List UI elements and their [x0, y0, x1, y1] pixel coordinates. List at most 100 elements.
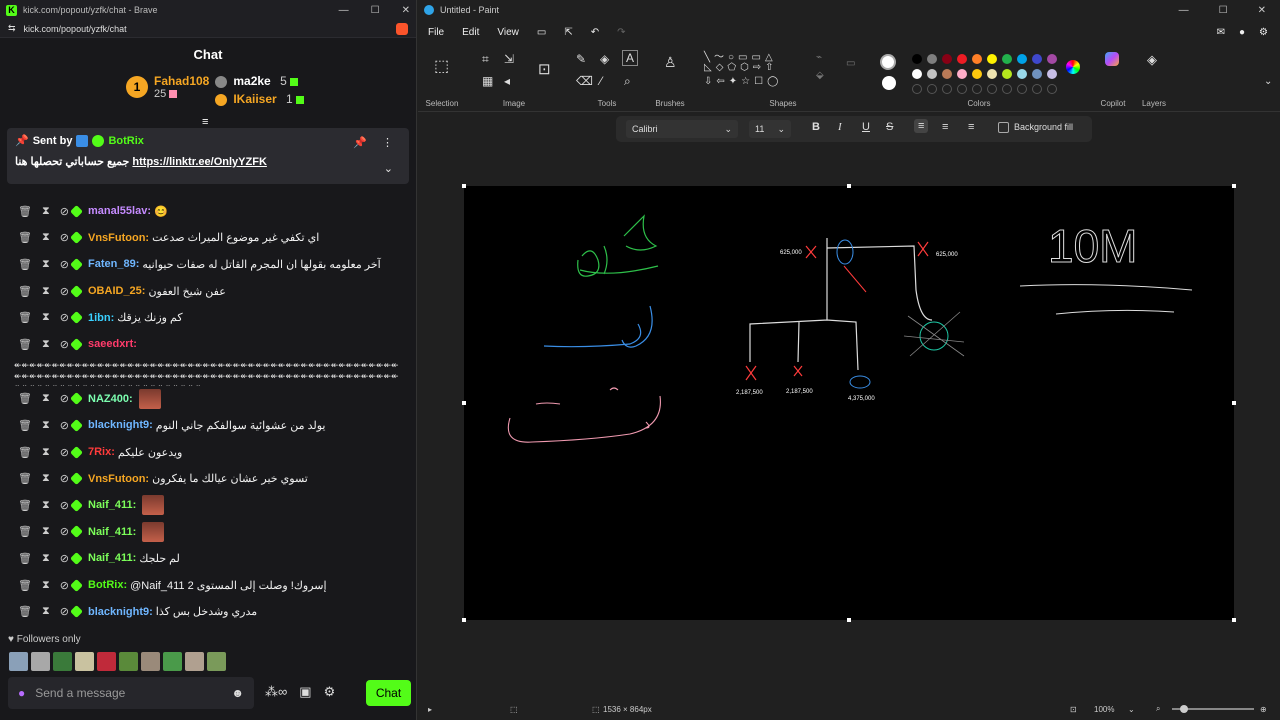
ban-icon[interactable]: ⊘	[60, 499, 69, 512]
color-swatch[interactable]	[957, 69, 967, 79]
color-swatch[interactable]	[1002, 54, 1012, 64]
collapse-leaderboard[interactable]: ≡	[0, 116, 416, 128]
chat-username[interactable]: blacknight9:	[88, 419, 153, 431]
group-copilot[interactable]: Copilot	[1096, 46, 1130, 110]
custom-color-slot[interactable]	[972, 84, 982, 94]
background-fill-checkbox[interactable]: Background fill	[998, 122, 1073, 134]
ban-icon[interactable]: ⊘	[60, 579, 69, 592]
color-swatch[interactable]	[957, 54, 967, 64]
redo-icon[interactable]: ↷	[617, 27, 625, 38]
color-picker-icon[interactable]: ⁄	[600, 74, 602, 88]
message-input[interactable]: ● Send a message ☻	[8, 677, 254, 709]
chat-username[interactable]: NAZ400:	[88, 393, 133, 405]
resize-handle[interactable]	[847, 184, 851, 188]
maximize-button[interactable]: ☐	[371, 5, 380, 16]
color-swatch[interactable]	[1017, 54, 1027, 64]
group-selection[interactable]: ⬚ Selection	[422, 46, 462, 110]
rotate-icon[interactable]: ◂	[504, 74, 510, 88]
shape-fill-icon[interactable]: ⬙	[816, 70, 824, 81]
shapes-row-2[interactable]: ◺◇⬠⬡⇨⇧	[704, 62, 778, 73]
align-left-icon[interactable]: ≡	[914, 119, 929, 133]
trash-icon[interactable]: 🗑	[18, 231, 32, 244]
message-placeholder[interactable]: Send a message	[35, 686, 125, 700]
chevron-up-icon[interactable]: ≡	[202, 116, 208, 128]
chat-username[interactable]: VnsFutoon:	[88, 473, 149, 485]
shapes-row-1[interactable]: ╲〜○▭▭△	[704, 48, 777, 63]
emote-icon[interactable]	[163, 652, 182, 671]
trash-icon[interactable]: 🗑	[18, 285, 32, 298]
trash-icon[interactable]: 🗑	[18, 258, 32, 271]
resize-handle[interactable]	[1232, 401, 1236, 405]
ban-icon[interactable]: ⊘	[60, 605, 69, 618]
zoom-dropdown-icon[interactable]: ⌄	[1128, 705, 1135, 714]
color-swatch[interactable]	[1032, 54, 1042, 64]
trash-icon[interactable]: 🗑	[18, 472, 32, 485]
layers-icon[interactable]: ◈	[1147, 52, 1157, 68]
ban-icon[interactable]: ⊘	[60, 311, 69, 324]
address-bar[interactable]: ⇆ kick.com/popout/yzfk/chat	[0, 20, 416, 38]
chat-username[interactable]: manal55lav:	[88, 205, 151, 217]
trash-icon[interactable]: 🗑	[18, 338, 32, 351]
magnifier-icon[interactable]: ⌕	[624, 74, 631, 89]
ban-icon[interactable]: ⊘	[60, 552, 69, 565]
timeout-icon[interactable]: ⧗	[42, 258, 50, 271]
color-swatch[interactable]	[912, 54, 922, 64]
chat-username[interactable]: Naif_411:	[88, 499, 136, 511]
feedback-icon[interactable]: ✉	[1217, 27, 1225, 38]
color-swatch[interactable]	[1047, 69, 1057, 79]
fit-to-window-icon[interactable]: ⊡	[1070, 705, 1077, 714]
chevron-down-icon[interactable]: ⌄	[724, 124, 732, 135]
resize-icon[interactable]: ⇲	[504, 52, 514, 66]
eraser-icon[interactable]: ⌫	[576, 74, 593, 88]
brave-shield-icon[interactable]	[396, 22, 408, 35]
chat-username[interactable]: OBAID_25:	[88, 285, 145, 297]
secondary-color[interactable]	[882, 76, 896, 90]
bold-icon[interactable]: B	[812, 121, 820, 133]
close-button[interactable]: ✕	[1258, 5, 1266, 16]
resize-handle[interactable]	[847, 618, 851, 622]
emoji-icon[interactable]: ☻	[231, 686, 244, 700]
group-brushes[interactable]: ♙ Brushes	[654, 46, 686, 110]
chat-username[interactable]: Naif_411:	[88, 552, 136, 564]
close-button[interactable]: ✕	[402, 5, 410, 16]
text-icon[interactable]: A	[622, 50, 639, 66]
resize-handle[interactable]	[462, 618, 466, 622]
custom-color-slot[interactable]	[957, 84, 967, 94]
emote-icon[interactable]	[53, 652, 72, 671]
outline-icon[interactable]: ⌁	[816, 52, 822, 63]
font-family-select[interactable]: Calibri ⌄	[626, 120, 738, 138]
ban-icon[interactable]: ⊘	[60, 285, 69, 298]
primary-color[interactable]	[880, 54, 896, 70]
zoom-level[interactable]: 100%	[1094, 705, 1114, 714]
timeout-icon[interactable]: ⧗	[42, 392, 50, 405]
maximize-button[interactable]: ☐	[1219, 5, 1228, 16]
chat-username[interactable]: VnsFutoon:	[88, 232, 149, 244]
settings-gear-icon[interactable]: ⚙	[1259, 27, 1268, 38]
chat-username[interactable]: blacknight9:	[88, 606, 153, 618]
trash-icon[interactable]: 🗑	[18, 205, 32, 218]
copilot-icon[interactable]	[1105, 52, 1119, 66]
ban-icon[interactable]: ⊘	[60, 338, 69, 351]
color-swatch[interactable]	[942, 54, 952, 64]
color-swatch[interactable]	[912, 69, 922, 79]
brush-icon[interactable]: ♙	[664, 54, 677, 71]
color-swatch[interactable]	[987, 54, 997, 64]
emote-icon[interactable]	[31, 652, 50, 671]
ban-icon[interactable]: ⊘	[60, 472, 69, 485]
font-size-value[interactable]: 11	[755, 124, 764, 134]
checkbox-icon[interactable]	[998, 122, 1009, 134]
leader-third[interactable]: IKaiiser 1	[215, 92, 304, 106]
custom-color-slot[interactable]	[1047, 84, 1057, 94]
crop-icon[interactable]: ⌗	[482, 52, 489, 67]
fill-icon[interactable]: ◈	[600, 52, 609, 66]
menu-view[interactable]: View	[497, 27, 519, 38]
zoom-out-icon[interactable]: ⌕	[1156, 704, 1160, 714]
color-swatch[interactable]	[927, 54, 937, 64]
save-icon[interactable]: ▭	[537, 27, 546, 38]
send-chat-button[interactable]: Chat	[366, 680, 411, 706]
more-options-icon[interactable]: ⋮	[382, 136, 393, 149]
emote-icon[interactable]	[119, 652, 138, 671]
leader-second[interactable]: ma2ke 5	[215, 74, 298, 88]
trash-icon[interactable]: 🗑	[18, 605, 32, 618]
chat-username[interactable]: Naif_411:	[88, 526, 136, 538]
